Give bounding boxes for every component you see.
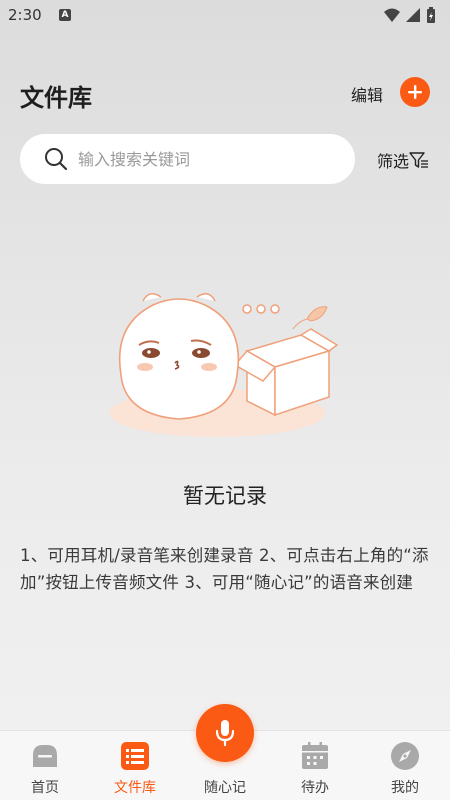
status-bar: 2:30 A	[0, 0, 450, 32]
status-icons	[382, 6, 442, 30]
nav-label-todo: 待办	[301, 780, 329, 796]
plus-icon	[408, 85, 422, 99]
box-icon	[233, 328, 339, 417]
record-button[interactable]	[196, 704, 254, 762]
nav-item-todo[interactable]: 待办	[270, 731, 360, 800]
compass-icon	[391, 742, 419, 770]
nav-item-home[interactable]: 首页	[0, 731, 90, 800]
nav-label-library: 文件库	[114, 780, 156, 796]
nav-item-library[interactable]: 文件库	[90, 731, 180, 800]
filter-icon	[409, 152, 429, 168]
nav-label-profile: 我的	[391, 780, 419, 796]
search-box[interactable]	[20, 134, 355, 184]
empty-state-illustration	[109, 293, 339, 437]
empty-state-title: 暂无记录	[183, 484, 267, 508]
microphone-icon	[215, 720, 235, 747]
search-icon	[45, 148, 68, 171]
nav-label-home: 首页	[31, 780, 59, 796]
list-icon	[121, 742, 149, 770]
status-time: 2:30	[8, 6, 42, 24]
mascot-icon	[118, 293, 240, 420]
home-icon	[33, 745, 57, 767]
nav-label-quick-note: 随心记	[204, 780, 246, 796]
page-title: 文件库	[20, 84, 92, 112]
filter-label: 筛选	[377, 152, 410, 171]
search-input[interactable]	[78, 144, 338, 174]
empty-state-help-text: 1、可用耳机/录音笔来创建录音 2、可点击右上角的“添加”按钮上传音频文件 3、…	[20, 546, 429, 592]
wifi-icon	[384, 8, 400, 22]
calendar-icon	[302, 742, 328, 769]
signal-icon	[406, 8, 420, 22]
edit-button[interactable]: 编辑	[351, 82, 383, 106]
battery-icon	[427, 7, 435, 23]
filter-button[interactable]: 筛选	[377, 148, 429, 172]
add-button[interactable]	[400, 77, 430, 107]
notification-badge: A	[59, 9, 71, 21]
nav-item-profile[interactable]: 我的	[360, 731, 450, 800]
